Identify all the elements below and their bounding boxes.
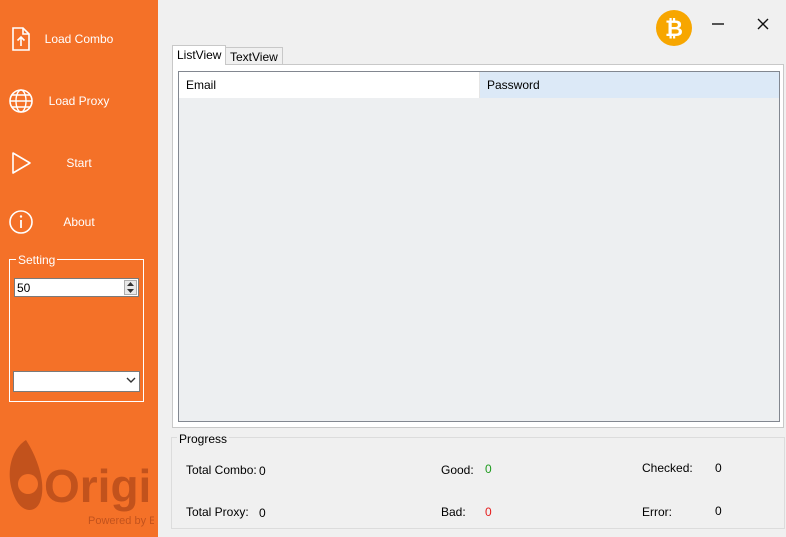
results-listview[interactable]: Email Password (178, 71, 780, 422)
logo-tagline-text: Powered by EA (88, 515, 154, 527)
setting-legend: Setting (16, 253, 58, 267)
threads-stepper[interactable] (14, 278, 139, 297)
sidebar: Load Combo Load Proxy Start About Settin… (0, 0, 158, 537)
threads-input[interactable] (15, 279, 125, 296)
start-button[interactable]: Start (0, 144, 158, 184)
tab-listview[interactable]: ListView (172, 45, 227, 65)
load-proxy-label: Load Proxy (48, 94, 110, 108)
stepper-down-icon[interactable] (125, 287, 136, 293)
chevron-down-icon (126, 377, 136, 383)
checked-value: 0 (715, 461, 722, 475)
about-label: About (63, 215, 95, 229)
total-combo-label: Total Combo: (186, 463, 257, 477)
about-button[interactable]: About (0, 203, 158, 243)
load-combo-button[interactable]: Load Combo (0, 20, 158, 60)
bad-value: 0 (485, 505, 492, 519)
total-proxy-value: 0 (259, 506, 266, 520)
progress-legend: Progress (177, 432, 230, 446)
close-icon[interactable] (756, 17, 770, 31)
load-proxy-button[interactable]: Load Proxy (0, 82, 158, 122)
bad-label: Bad: (441, 505, 466, 519)
error-label: Error: (642, 505, 672, 519)
stepper-buttons[interactable] (124, 280, 137, 295)
total-proxy-label: Total Proxy: (186, 505, 249, 519)
load-combo-label: Load Combo (44, 32, 114, 46)
start-label: Start (66, 156, 92, 170)
logo-brand-text: Origin (44, 460, 154, 512)
error-value: 0 (715, 504, 722, 518)
tab-textview[interactable]: TextView (225, 47, 283, 65)
bitcoin-icon[interactable]: ₿ (656, 10, 692, 46)
origin-logo: Origin Powered by EA (9, 440, 154, 527)
good-value: 0 (485, 462, 492, 476)
checked-label: Checked: (642, 461, 693, 475)
column-password[interactable]: Password (480, 72, 779, 98)
total-combo-value: 0 (259, 464, 266, 478)
svg-text:₿: ₿ (665, 17, 683, 42)
column-email[interactable]: Email (179, 72, 480, 98)
good-label: Good: (441, 463, 474, 477)
proxy-type-dropdown[interactable] (13, 371, 140, 392)
minimize-icon[interactable] (710, 15, 726, 31)
